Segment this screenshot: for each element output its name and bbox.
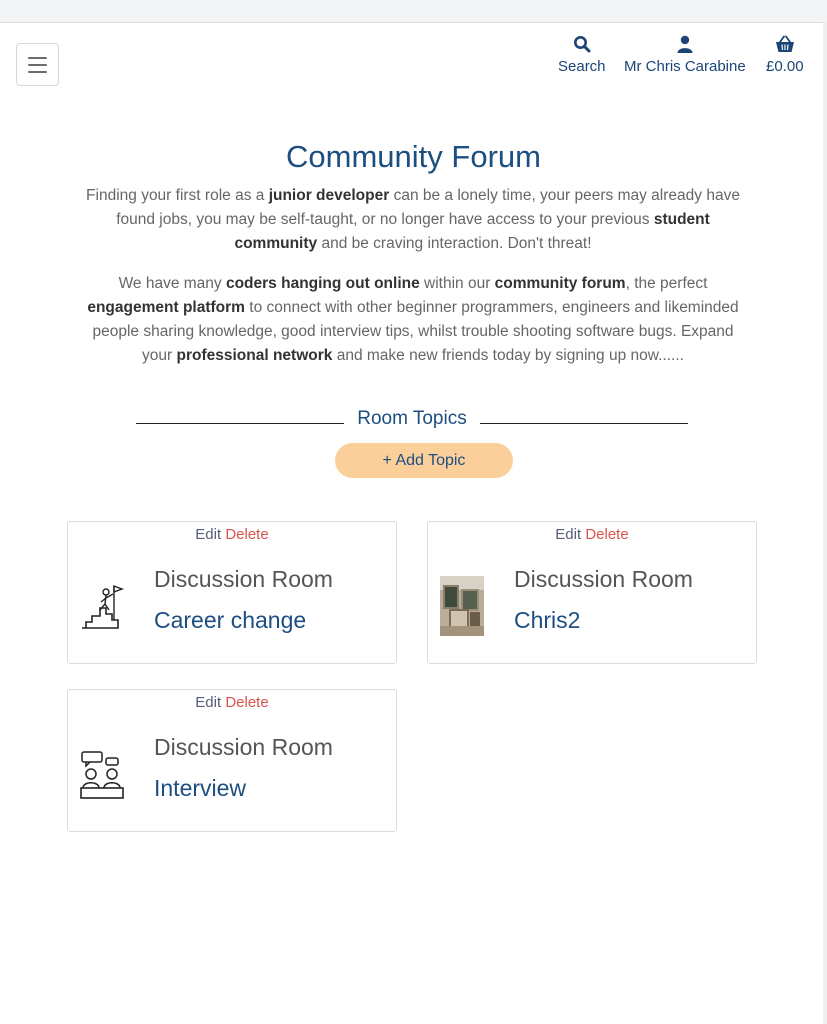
card-actions: Edit Delete [68, 694, 396, 711]
menu-toggle-button[interactable] [16, 43, 59, 86]
highlight-text: professional network [176, 347, 333, 364]
room-topic-link[interactable]: Career change [154, 607, 306, 634]
paragraph-text: , the perfect [625, 275, 708, 292]
paragraph-text: within our [419, 275, 495, 292]
paragraph-text: Finding your first role as a [86, 187, 269, 204]
paragraph-text: We have many [118, 275, 226, 292]
search-link[interactable]: Search [558, 35, 606, 75]
edit-link[interactable]: Edit [195, 694, 221, 711]
browser-top-strip [0, 0, 827, 23]
delete-link[interactable]: Delete [225, 694, 268, 711]
delete-link[interactable]: Delete [225, 526, 268, 543]
basket-total: £0.00 [766, 58, 804, 75]
career-ladder-flag-icon [80, 576, 124, 636]
edit-link[interactable]: Edit [555, 526, 581, 543]
edit-link[interactable]: Edit [195, 526, 221, 543]
search-icon [558, 35, 606, 55]
add-topic-button[interactable]: + Add Topic [335, 443, 513, 478]
account-link[interactable]: Mr Chris Carabine [624, 35, 746, 75]
room-topic-link[interactable]: Chris2 [514, 607, 580, 634]
card-actions: Edit Delete [428, 526, 756, 543]
user-icon [624, 35, 746, 55]
section-heading: Room Topics [357, 408, 467, 429]
divider-right [480, 423, 688, 424]
intro-paragraph-2: We have many coders hanging out online w… [78, 272, 748, 368]
interview-people-icon [80, 744, 124, 804]
room-label: Discussion Room [514, 566, 693, 592]
card-actions: Edit Delete [68, 526, 396, 543]
room-card: Edit Delete Discussion Room Chris2 [427, 521, 757, 664]
room-label: Discussion Room [154, 734, 333, 760]
basket-link[interactable]: £0.00 [766, 35, 804, 75]
paragraph-text: and be craving interaction. Don't threat… [317, 235, 592, 252]
room-label: Discussion Room [154, 566, 333, 592]
hamburger-menu-icon [28, 56, 47, 59]
highlight-text: coders hanging out online [225, 275, 420, 292]
highlight-text: junior developer [268, 187, 390, 204]
divider-left [136, 423, 344, 424]
page-title: Community Forum [286, 139, 541, 174]
highlight-text: community forum [494, 275, 626, 292]
photo-thumbnail [440, 576, 484, 636]
intro-paragraph-1: Finding your first role as a junior deve… [78, 184, 748, 256]
highlight-text: engagement platform [87, 299, 245, 316]
search-label: Search [558, 58, 606, 75]
shopping-basket-icon [766, 35, 804, 55]
paragraph-text: and make new friends today by signing up… [332, 347, 684, 364]
room-topic-link[interactable]: Interview [154, 775, 246, 802]
delete-link[interactable]: Delete [585, 526, 628, 543]
room-card: Edit Delete Discussion Room Interview [67, 689, 397, 832]
account-label: Mr Chris Carabine [624, 58, 746, 75]
room-card: Edit Delete Discussion Room Career chang… [67, 521, 397, 664]
